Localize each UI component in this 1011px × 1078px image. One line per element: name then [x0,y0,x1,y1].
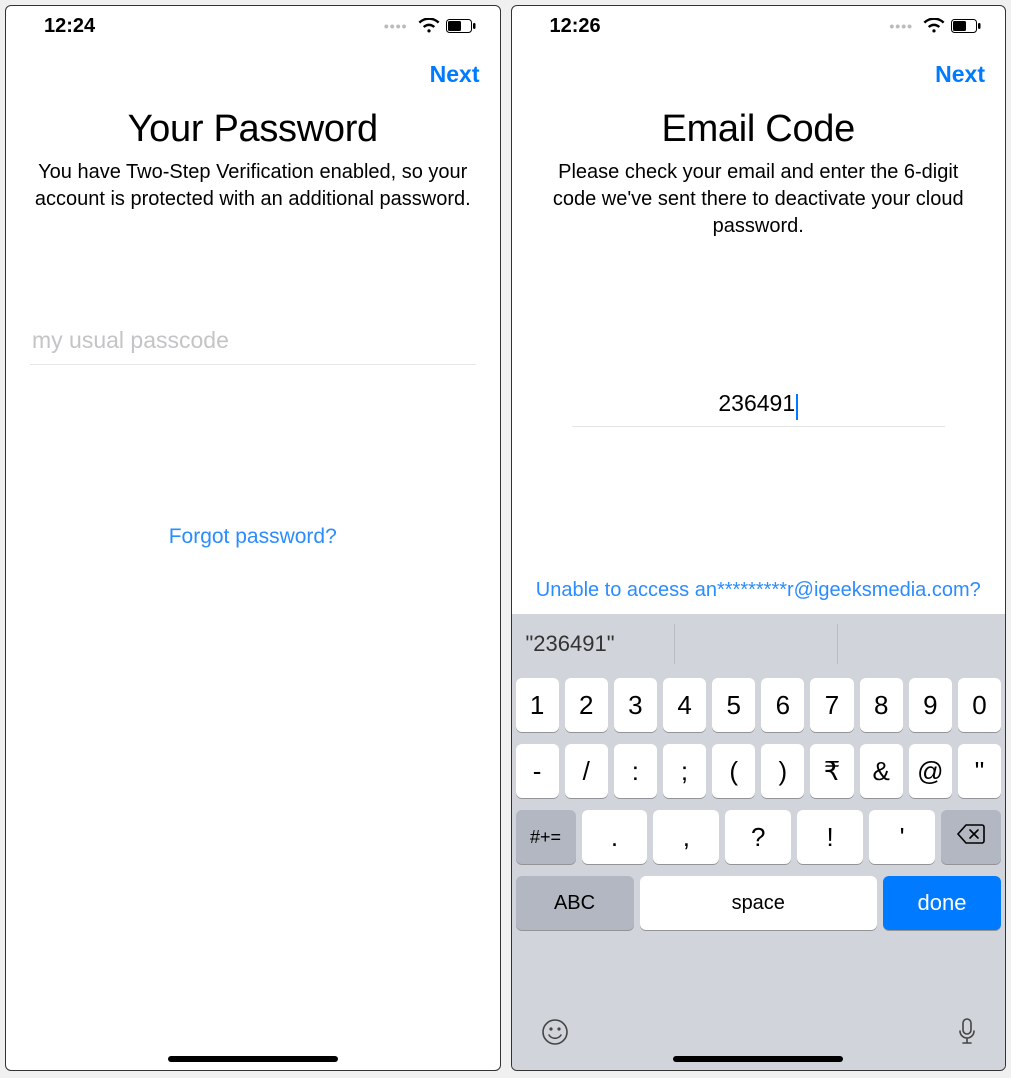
cellular-dots-icon: •••• [889,18,913,34]
key-colon[interactable]: : [614,744,657,798]
phone-left: 12:24 •••• Next Your Password You have T… [5,5,501,1071]
key-comma[interactable]: , [653,810,719,864]
key-apostrophe[interactable]: ' [869,810,935,864]
key-exclaim[interactable]: ! [797,810,863,864]
code-input-value: 236491 [718,390,795,417]
unable-access-link[interactable]: Unable to access an*********r@igeeksmedi… [512,579,1006,602]
status-bar: 12:26 •••• [512,6,1006,46]
status-icons: •••• [384,18,476,34]
key-dash[interactable]: - [516,744,559,798]
password-input-wrap [30,323,476,365]
wifi-icon [923,18,945,34]
nav-bar: Next [512,46,1006,102]
key-0[interactable]: 0 [958,678,1001,732]
key-period[interactable]: . [582,810,648,864]
next-button[interactable]: Next [430,61,480,88]
nav-bar: Next [6,46,500,102]
key-semicolon[interactable]: ; [663,744,706,798]
page-subtitle: Please check your email and enter the 6-… [512,151,1006,240]
page-title: Email Code [512,108,1006,151]
key-3[interactable]: 3 [614,678,657,732]
key-ampersand[interactable]: & [860,744,903,798]
key-symbols[interactable]: #+= [516,810,576,864]
key-slash[interactable]: / [565,744,608,798]
key-question[interactable]: ? [725,810,791,864]
keyboard-row-3: #+= . , ? ! ' [516,810,1002,864]
key-paren-close[interactable]: ) [761,744,804,798]
key-1[interactable]: 1 [516,678,559,732]
password-input[interactable] [30,323,476,358]
emoji-icon[interactable] [540,1017,570,1047]
battery-icon [951,19,981,33]
home-indicator[interactable] [673,1056,843,1062]
keyboard: "236491" 1 2 3 4 5 6 7 8 9 0 - / : ; ( [512,614,1006,1070]
keyboard-row-2: - / : ; ( ) ₹ & @ '' [516,744,1002,798]
key-8[interactable]: 8 [860,678,903,732]
status-time: 12:24 [30,15,95,38]
key-at[interactable]: @ [909,744,952,798]
backspace-icon [956,823,986,851]
code-input-wrap[interactable]: 236491 [572,390,946,427]
page-subtitle: You have Two-Step Verification enabled, … [6,151,500,213]
mic-icon[interactable] [957,1017,977,1047]
key-doublequote[interactable]: '' [958,744,1001,798]
key-2[interactable]: 2 [565,678,608,732]
phone-right: 12:26 •••• Next Email Code Please check … [511,5,1007,1071]
home-indicator[interactable] [168,1056,338,1062]
text-caret [796,394,798,420]
key-paren-open[interactable]: ( [712,744,755,798]
page-title: Your Password [6,108,500,151]
keyboard-row-4: ABC space done [512,876,1006,930]
key-4[interactable]: 4 [663,678,706,732]
cellular-dots-icon: •••• [384,18,408,34]
key-space[interactable]: space [640,876,878,930]
key-backspace[interactable] [941,810,1001,864]
keyboard-suggestion-bar: "236491" [512,614,1006,674]
forgot-password-link[interactable]: Forgot password? [6,525,500,549]
status-bar: 12:24 •••• [6,6,500,46]
key-9[interactable]: 9 [909,678,952,732]
key-7[interactable]: 7 [810,678,853,732]
keyboard-row-1: 1 2 3 4 5 6 7 8 9 0 [516,678,1002,732]
key-done[interactable]: done [883,876,1001,930]
keyboard-suggestion[interactable]: "236491" [526,631,615,657]
next-button[interactable]: Next [935,61,985,88]
key-rupee[interactable]: ₹ [810,744,853,798]
key-5[interactable]: 5 [712,678,755,732]
battery-icon [446,19,476,33]
status-time: 12:26 [536,15,601,38]
status-icons: •••• [889,18,981,34]
key-6[interactable]: 6 [761,678,804,732]
key-abc[interactable]: ABC [516,876,634,930]
wifi-icon [418,18,440,34]
